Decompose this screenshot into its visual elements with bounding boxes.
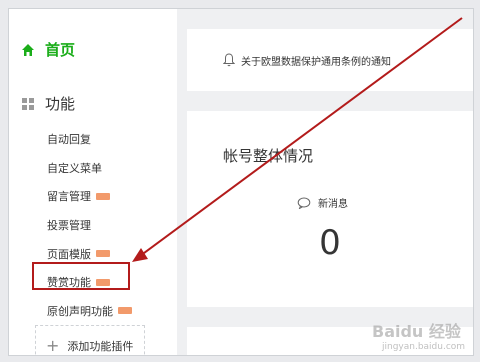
menu-item-auto-reply[interactable]: 自动回复 xyxy=(47,125,132,154)
menu-item-label: 留言管理 xyxy=(47,190,91,204)
menu-item-label: 页面模版 xyxy=(47,247,91,261)
menu-item-comment-management[interactable]: 留言管理 xyxy=(47,182,132,211)
add-plugin-button[interactable]: + 添加功能插件 xyxy=(35,325,145,355)
menu-item-vote-management[interactable]: 投票管理 xyxy=(47,211,132,240)
section-label: 功能 xyxy=(45,95,76,113)
new-badge xyxy=(96,192,110,200)
new-messages-count: 0 xyxy=(319,223,341,263)
home-icon xyxy=(22,43,34,56)
app-window: 首页 功能 自动回复 自定义菜单 留言管理 投票管理 页面模版 赞赏功能 原创声… xyxy=(8,8,474,356)
highlight-box xyxy=(32,262,130,290)
bell-icon xyxy=(223,53,235,67)
new-badge xyxy=(96,250,110,258)
menu-item-original-declaration[interactable]: 原创声明功能 xyxy=(47,297,132,326)
home-label: 首页 xyxy=(45,41,76,59)
main-content: 关于欧盟数据保护通用条例的通知 帐号整体情况 新消息 0 xyxy=(177,9,473,355)
account-overview-card: 帐号整体情况 新消息 0 xyxy=(187,111,473,307)
notice-banner[interactable]: 关于欧盟数据保护通用条例的通知 xyxy=(187,29,473,91)
new-messages-label: 新消息 xyxy=(318,199,348,210)
watermark-url: jingyan.baidu.com xyxy=(382,342,466,352)
notice-text: 关于欧盟数据保护通用条例的通知 xyxy=(241,56,391,68)
menu-item-label: 原创声明功能 xyxy=(47,304,113,318)
overview-title: 帐号整体情况 xyxy=(223,147,314,165)
new-messages[interactable]: 新消息 xyxy=(297,195,348,210)
menu-item-custom-menu[interactable]: 自定义菜单 xyxy=(47,154,132,183)
menu-item-label: 自动回复 xyxy=(47,133,91,147)
chat-bubble-icon xyxy=(297,197,311,209)
nav-home[interactable]: 首页 xyxy=(21,39,75,60)
add-plugin-label: 添加功能插件 xyxy=(67,339,134,353)
menu-item-label: 自定义菜单 xyxy=(47,161,102,175)
plus-icon: + xyxy=(46,336,60,355)
sidebar: 首页 功能 自动回复 自定义菜单 留言管理 投票管理 页面模版 赞赏功能 原创声… xyxy=(9,9,177,355)
nav-section-functions: 功能 xyxy=(21,93,75,114)
new-badge xyxy=(118,307,132,315)
menu-item-label: 投票管理 xyxy=(47,219,91,233)
grid-icon xyxy=(22,97,34,110)
function-menu: 自动回复 自定义菜单 留言管理 投票管理 页面模版 赞赏功能 原创声明功能 xyxy=(47,125,132,325)
watermark-logo: Baidu 经验 xyxy=(372,322,461,341)
